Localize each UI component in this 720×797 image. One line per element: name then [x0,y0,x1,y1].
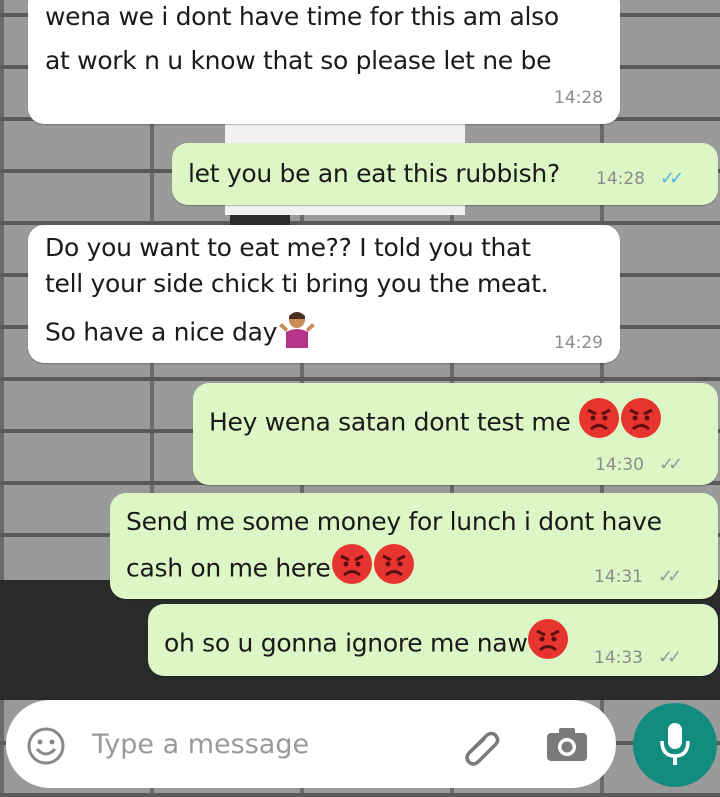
message-line: Hey wena satan dont test me [209,397,662,450]
angry-face-emoji [331,543,373,596]
message-input[interactable]: Type a message [92,729,309,760]
message-text: wena we i dont have time for this am als… [45,2,559,31]
message-time: 14:28 [554,88,603,108]
read-ticks-icon: ✓✓ [660,168,684,189]
message-bubble-outgoing[interactable]: oh so u gonna ignore me naw 14:33 ✓✓ [148,604,718,676]
message-time: 14:31 [594,567,643,587]
message-bubble-incoming[interactable]: wena we i dont have time for this am als… [28,0,620,124]
camera-icon[interactable] [544,724,590,768]
message-line: cash on me here [126,543,415,596]
message-text: Do you want to eat me?? I told you that [45,233,531,262]
message-text: So have a nice day [45,317,278,347]
smiley-icon[interactable] [26,726,66,770]
message-line: oh so u gonna ignore me naw [164,618,569,671]
message-text: at work n u know that so please let ne b… [45,46,552,75]
delivered-ticks-icon: ✓✓ [658,647,682,668]
message-bubble-outgoing[interactable]: Hey wena satan dont test me 14:30 ✓✓ [193,383,718,485]
voice-record-button[interactable] [633,703,717,787]
message-time: 14:33 [594,648,643,668]
angry-face-emoji [373,543,415,596]
message-time: 14:28 [596,169,645,189]
delivered-ticks-icon: ✓✓ [658,566,682,587]
angry-face-emoji [620,397,662,450]
message-bubble-outgoing[interactable]: let you be an eat this rubbish? 14:28 ✓✓ [172,143,718,205]
person-shrugging-emoji [277,308,317,359]
angry-face-emoji [578,397,620,450]
message-text: cash on me here [126,553,331,583]
angry-face-emoji [527,618,569,671]
message-text: Hey wena satan dont test me [209,407,571,437]
microphone-icon [657,721,693,773]
delivered-ticks-icon: ✓✓ [659,454,683,475]
message-text: Send me some money for lunch i dont have [126,507,662,536]
message-text: oh so u gonna ignore me naw [164,628,528,658]
message-time: 14:29 [554,333,603,353]
paperclip-icon[interactable] [456,722,504,774]
message-line: So have a nice day [45,308,317,359]
message-text: let you be an eat this rubbish? [188,159,560,188]
message-text: tell your side chick ti bring you the me… [45,269,549,298]
message-time: 14:30 [595,455,644,475]
message-bubble-incoming[interactable]: Do you want to eat me?? I told you that … [28,225,620,363]
message-bubble-outgoing[interactable]: Send me some money for lunch i dont have… [110,493,718,599]
message-composer[interactable]: Type a message [6,700,616,788]
